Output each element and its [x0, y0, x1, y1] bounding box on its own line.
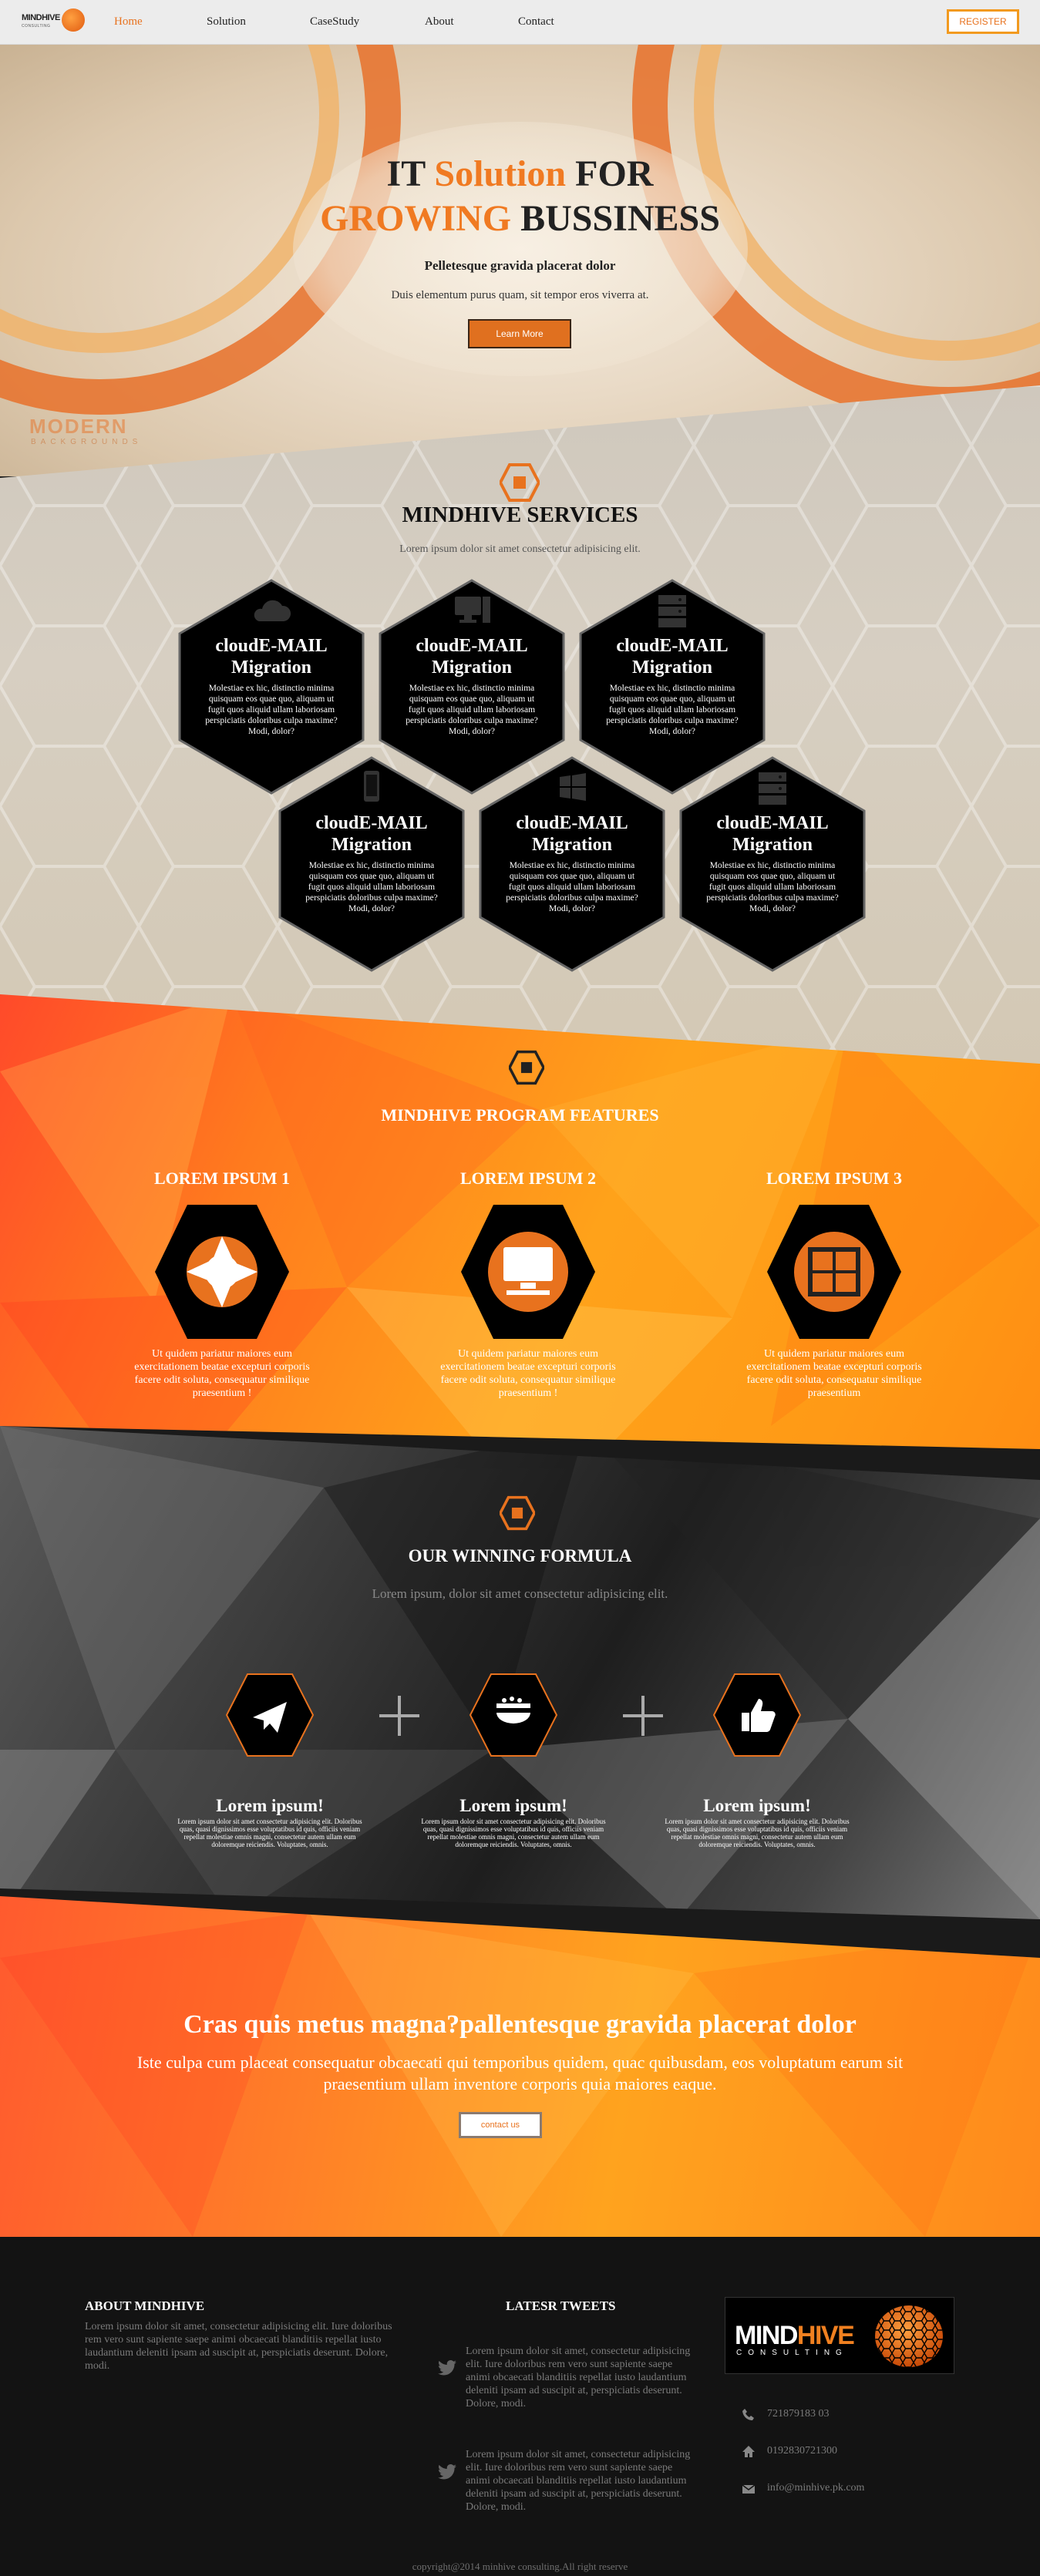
formula-title: Lorem ipsum!	[216, 1796, 324, 1815]
windows-icon	[560, 773, 586, 801]
contact-email[interactable]: info@minhive.pk.com	[767, 2482, 864, 2494]
contact-home-phone: 0192830721300	[767, 2445, 837, 2457]
service-title: cloudE-MAIL Migration	[315, 813, 428, 855]
thumbs-up-icon	[712, 1673, 802, 1757]
phone-icon	[742, 2409, 754, 2420]
site-logo[interactable]: MINDHIVE CONSULTING	[22, 7, 85, 38]
cloud-icon	[254, 600, 291, 621]
winning-section-icon	[498, 1495, 537, 1531]
footer-about-title: ABOUT MINDHIVE	[85, 2299, 205, 2313]
features-title: MINDHIVE PROGRAM FEATURES	[381, 1105, 659, 1125]
tweet-text: Lorem ipsum dolor sit amet, consectetur …	[466, 2449, 691, 2513]
mobile-icon	[364, 771, 379, 802]
footer-logo-subtext: CONSULTING	[736, 2349, 848, 2357]
nav-casestudy[interactable]: CaseStudy	[310, 15, 359, 29]
nav-solution[interactable]: Solution	[207, 15, 246, 29]
hero-description: Duis elementum purus quam, sit tempor er…	[391, 289, 649, 301]
service-title: cloudE-MAIL Migration	[416, 636, 528, 678]
computer-icon	[461, 1205, 595, 1339]
plus-icon	[379, 1696, 419, 1736]
cta-text: Iste culpa cum placeat consequatur obcae…	[136, 2053, 904, 2093]
feature-text: Ut quidem pariatur maiores eum exercitat…	[440, 1348, 616, 1399]
service-text: Molestiae ex hic, distinctio minima quis…	[406, 684, 538, 736]
footer-logo-text: MINDHIVE	[735, 2321, 855, 2350]
navbar: MINDHIVE CONSULTING Home Solution CaseSt…	[0, 0, 1040, 45]
footer-about-text: Lorem ipsum dolor sit amet, consectetur …	[85, 2321, 392, 2372]
nav-home[interactable]: Home	[114, 15, 143, 29]
watermark-subtext: BACKGROUNDS	[31, 438, 143, 446]
footer: ABOUT MINDHIVE Lorem ipsum dolor sit ame…	[0, 2237, 1040, 2576]
twitter-icon[interactable]	[438, 2464, 456, 2480]
contact-phone: 721879183 03	[767, 2408, 830, 2420]
paper-plane-icon	[225, 1673, 315, 1757]
service-text: Molestiae ex hic, distinctio minima quis…	[205, 684, 338, 736]
service-text: Molestiae ex hic, distinctio minima quis…	[606, 684, 739, 736]
hero-title-line2: GROWING BUSSINESS	[320, 198, 720, 239]
service-text: Molestiae ex hic, distinctio minima quis…	[506, 861, 638, 913]
register-button[interactable]: REGISTER	[947, 9, 1019, 34]
services-section: MINDHIVE SERVICES Lorem ipsum dolor sit …	[0, 385, 1040, 1079]
feature-title: LOREM IPSUM 1	[154, 1169, 290, 1188]
twitter-icon[interactable]	[438, 2360, 456, 2376]
service-card[interactable]: cloudE-MAIL Migration Molestiae ex hic, d…	[478, 755, 666, 973]
features-section-icon	[507, 1050, 546, 1085]
cta-title: Cras quis metus magna?pallentesque gravi…	[183, 2010, 857, 2039]
watermark-logo: MODERN	[29, 415, 128, 438]
winning-lead: Lorem ipsum, dolor sit amet consectetur …	[372, 1586, 668, 1601]
service-text: Molestiae ex hic, distinctio minima quis…	[706, 861, 839, 913]
food-bowl-icon	[469, 1673, 558, 1757]
server-icon	[658, 595, 686, 627]
service-card[interactable]: cloudE-MAIL Migration Molestiae ex hic, d…	[278, 755, 466, 973]
services-lead: Lorem ipsum dolor sit amet consectetur a…	[399, 543, 641, 555]
server-icon	[759, 772, 786, 805]
winning-section: OUR WINNING FORMULA Lorem ipsum, dolor s…	[0, 1426, 1040, 1919]
service-title: cloudE-MAIL Migration	[516, 813, 628, 855]
desktop-icon	[455, 597, 490, 623]
contact-us-button[interactable]: contact us	[459, 2112, 542, 2138]
footer-logo: MINDHIVE CONSULTING	[725, 2297, 954, 2374]
formula-title: Lorem ipsum!	[459, 1796, 567, 1815]
formula-title: Lorem ipsum!	[703, 1796, 811, 1815]
mail-icon	[742, 2484, 756, 2494]
nav-about[interactable]: About	[425, 15, 454, 29]
footer-tweets-title: LATESR TWEETS	[506, 2299, 616, 2313]
service-title: cloudE-MAIL Migration	[215, 636, 328, 678]
hero-subtitle: Pelletesque gravida placerat dolor	[424, 258, 616, 273]
feature-text: Ut quidem pariatur maiores eum exercitat…	[134, 1348, 310, 1399]
cta-section: Cras quis metus magna?pallentesque gravi…	[0, 1896, 1040, 2237]
learn-more-button[interactable]: Learn More	[468, 319, 571, 348]
honeycomb-globe-icon	[875, 2305, 943, 2367]
hero-title-line1: IT Solution FOR	[386, 153, 654, 194]
grid-icon	[767, 1205, 901, 1339]
logo-honeycomb-icon	[62, 8, 85, 32]
home-icon	[742, 2446, 755, 2457]
winning-title: OUR WINNING FORMULA	[408, 1546, 632, 1565]
aperture-icon	[155, 1205, 289, 1339]
services-section-icon	[498, 462, 541, 503]
logo-subtext: CONSULTING	[22, 24, 51, 29]
service-text: Molestiae ex hic, distinctio minima quis…	[305, 861, 438, 913]
feature-title: LOREM IPSUM 3	[766, 1169, 902, 1188]
formula-text: Lorem ipsum dolor sit amet consectetur a…	[665, 1818, 850, 1848]
feature-text: Ut quidem pariatur maiores eum exercitat…	[746, 1348, 922, 1399]
plus-icon	[623, 1696, 663, 1736]
services-title: MINDHIVE SERVICES	[402, 503, 638, 527]
nav-contact[interactable]: Contact	[518, 15, 554, 29]
formula-text: Lorem ipsum dolor sit amet consectetur a…	[177, 1818, 362, 1848]
feature-title: LOREM IPSUM 2	[460, 1169, 596, 1188]
formula-text: Lorem ipsum dolor sit amet consectetur a…	[421, 1818, 606, 1848]
logo-text: MINDHIVE	[22, 13, 60, 22]
service-card[interactable]: cloudE-MAIL Migration Molestiae ex hic, d…	[678, 755, 867, 973]
service-title: cloudE-MAIL Migration	[616, 636, 729, 678]
tweet-text: Lorem ipsum dolor sit amet, consectetur …	[466, 2346, 691, 2410]
service-title: cloudE-MAIL Migration	[716, 813, 829, 855]
copyright: copyright@2014 minhive consulting.All ri…	[412, 2561, 628, 2572]
